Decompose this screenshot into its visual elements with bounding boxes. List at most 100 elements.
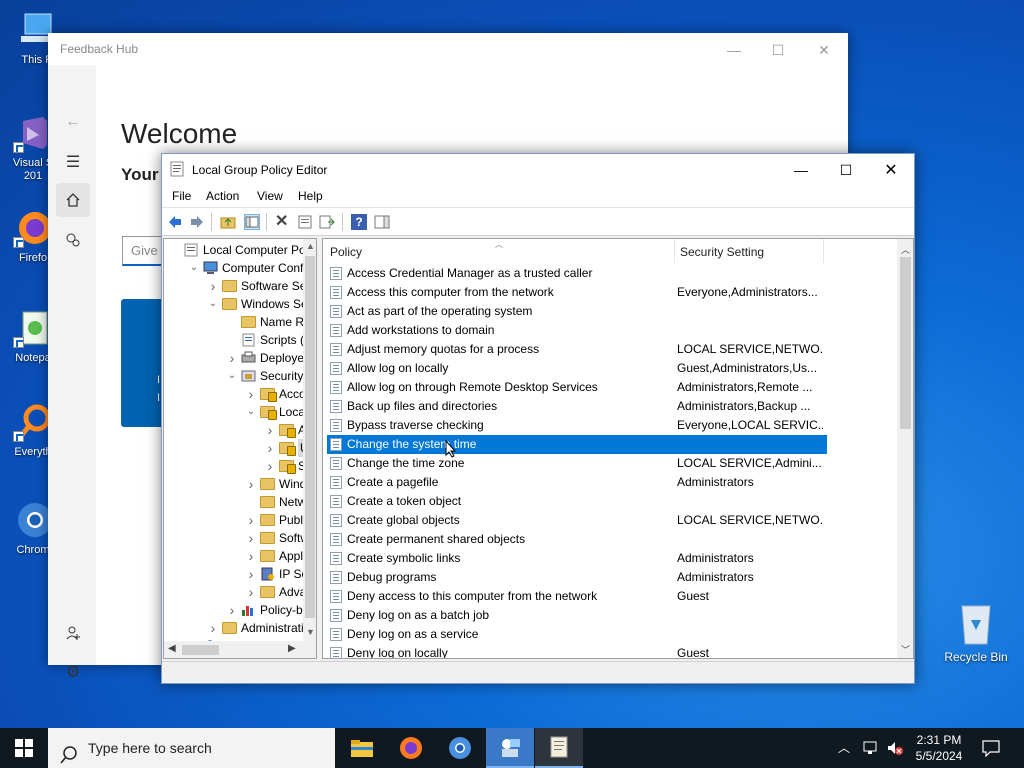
tree-node[interactable]: ⌄ Local P bbox=[164, 403, 316, 421]
expand-chevron-icon[interactable]: › bbox=[207, 277, 219, 295]
menu-action[interactable]: Action bbox=[206, 189, 239, 203]
scroll-right-arrow-icon[interactable]: ▶ bbox=[288, 643, 296, 654]
tree-node[interactable]: › Administrative bbox=[164, 619, 316, 637]
export-list-icon[interactable] bbox=[319, 214, 335, 230]
help-icon[interactable]: ? bbox=[351, 214, 367, 230]
policy-row[interactable]: Create global objects LOCAL SERVICE,NETWO… bbox=[327, 511, 827, 530]
policy-row[interactable]: Bypass traverse checking Everyone,LOCAL S… bbox=[327, 416, 827, 435]
show-hidden-icons-chevron-icon[interactable]: ︿ bbox=[838, 739, 850, 756]
action-pane-icon[interactable] bbox=[374, 214, 390, 230]
tree-node[interactable]: › Advan bbox=[164, 583, 316, 601]
expand-chevron-icon[interactable]: › bbox=[245, 583, 257, 601]
start-button[interactable] bbox=[0, 728, 48, 768]
column-header-policy[interactable]: Policy bbox=[330, 239, 362, 263]
list-vertical-scrollbar[interactable]: ︿ ﹀ bbox=[897, 239, 913, 658]
tree-node[interactable]: ›Au bbox=[164, 421, 316, 439]
policy-row[interactable]: Change the time zone LOCAL SERVICE,Admini… bbox=[327, 454, 827, 473]
collapse-chevron-icon[interactable]: ⌄ bbox=[188, 259, 200, 277]
collapse-chevron-icon[interactable]: ⌄ bbox=[245, 403, 257, 421]
tree-node[interactable]: Netwo bbox=[164, 493, 316, 511]
maximize-button[interactable]: ☐ bbox=[756, 37, 800, 63]
menu-help[interactable]: Help bbox=[298, 189, 323, 203]
policy-row[interactable]: Deny log on as a service bbox=[327, 625, 827, 644]
tree-node[interactable]: › Deployed bbox=[164, 349, 316, 367]
expand-chevron-icon[interactable]: › bbox=[245, 565, 257, 583]
tree-node[interactable]: ›Use bbox=[164, 439, 316, 457]
expand-chevron-icon[interactable]: › bbox=[207, 619, 219, 637]
properties-icon[interactable] bbox=[297, 214, 313, 230]
expand-chevron-icon[interactable]: › bbox=[245, 511, 257, 529]
policy-row[interactable]: Create permanent shared objects bbox=[327, 530, 827, 549]
policy-row[interactable]: Allow log on locally Guest,Administrators… bbox=[327, 359, 827, 378]
tree-node[interactable]: › Policy-bas bbox=[164, 601, 316, 619]
policy-row[interactable]: Access this computer from the network Eve… bbox=[327, 283, 827, 302]
tree-node[interactable]: ⌄ Windows Sett bbox=[164, 295, 316, 313]
taskbar-search-box[interactable]: Type here to search bbox=[48, 728, 335, 768]
tree-horizontal-scrollbar[interactable]: ◀ ▶ bbox=[164, 641, 316, 658]
scroll-thumb[interactable] bbox=[182, 645, 219, 655]
expand-chevron-icon[interactable]: › bbox=[264, 457, 276, 475]
column-header-security-setting[interactable]: Security Setting bbox=[680, 239, 764, 263]
settings-gear-icon[interactable]: ⚙ bbox=[56, 655, 90, 689]
up-folder-icon[interactable] bbox=[220, 214, 236, 230]
close-button[interactable]: ✕ bbox=[802, 37, 846, 63]
menu-file[interactable]: File bbox=[172, 189, 191, 203]
collapse-chevron-icon[interactable]: ⌄ bbox=[207, 295, 219, 313]
policy-row[interactable]: Debug programs Administrators bbox=[327, 568, 827, 587]
tree-node[interactable]: › Public bbox=[164, 511, 316, 529]
expand-chevron-icon[interactable]: › bbox=[264, 439, 276, 457]
expand-chevron-icon[interactable]: › bbox=[245, 385, 257, 403]
forward-arrow-icon[interactable] bbox=[189, 214, 205, 230]
network-icon[interactable] bbox=[862, 740, 880, 759]
column-divider[interactable] bbox=[674, 239, 675, 263]
tree-node[interactable]: › Software Setti bbox=[164, 277, 316, 295]
scroll-down-arrow-icon[interactable]: ﹀ bbox=[901, 643, 910, 656]
minimize-button[interactable]: — bbox=[712, 37, 756, 63]
scroll-down-arrow-icon[interactable]: ▼ bbox=[306, 627, 315, 637]
policy-row[interactable]: Deny log on locally Guest bbox=[327, 644, 827, 658]
scroll-thumb[interactable] bbox=[900, 257, 911, 429]
tree-node[interactable]: › IP Secu bbox=[164, 565, 316, 583]
taskbar-chromium[interactable] bbox=[436, 728, 484, 768]
scroll-left-arrow-icon[interactable]: ◀ bbox=[168, 643, 176, 654]
tree-node[interactable]: Name Res bbox=[164, 313, 316, 331]
tree-node[interactable]: Local Computer Polic bbox=[164, 241, 316, 259]
scroll-up-arrow-icon[interactable]: ︿ bbox=[901, 243, 910, 256]
back-arrow-icon[interactable] bbox=[167, 214, 183, 230]
expand-chevron-icon[interactable]: › bbox=[226, 601, 238, 619]
policy-row[interactable]: Act as part of the operating system bbox=[327, 302, 827, 321]
delete-icon[interactable]: ✕ bbox=[275, 214, 291, 230]
tree-vertical-scrollbar[interactable]: ▲ ▼ bbox=[303, 239, 316, 641]
policy-row[interactable]: Create symbolic links Administrators bbox=[327, 549, 827, 568]
close-button[interactable]: ✕ bbox=[868, 154, 914, 186]
policy-row[interactable]: Create a token object bbox=[327, 492, 827, 511]
notifications-icon[interactable] bbox=[982, 739, 1000, 760]
expand-chevron-icon[interactable]: › bbox=[245, 475, 257, 493]
taskbar-file-explorer[interactable] bbox=[338, 728, 386, 768]
scroll-thumb[interactable] bbox=[305, 256, 315, 618]
taskbar-group-policy-editor[interactable] bbox=[535, 728, 583, 768]
policy-row[interactable]: Change the system time bbox=[327, 435, 827, 454]
clock[interactable]: 2:31 PM 5/5/2024 bbox=[908, 732, 970, 764]
menu-view[interactable]: View bbox=[257, 189, 283, 203]
policy-row[interactable]: Create a pagefile Administrators bbox=[327, 473, 827, 492]
policy-row[interactable]: Add workstations to domain bbox=[327, 321, 827, 340]
maximize-button[interactable]: ☐ bbox=[823, 154, 869, 186]
expand-chevron-icon[interactable]: › bbox=[245, 529, 257, 547]
expand-chevron-icon[interactable]: › bbox=[226, 349, 238, 367]
column-divider[interactable] bbox=[823, 239, 824, 263]
tree-node[interactable]: ⌄ Security Se bbox=[164, 367, 316, 385]
hamburger-menu-icon[interactable]: ☰ bbox=[56, 145, 90, 179]
show-hide-tree-icon[interactable] bbox=[244, 214, 260, 230]
tree-node[interactable]: ⌄ Computer Config bbox=[164, 259, 316, 277]
tree-node[interactable]: › Softwa bbox=[164, 529, 316, 547]
home-icon[interactable] bbox=[56, 183, 90, 217]
tree-node[interactable]: › Applic bbox=[164, 547, 316, 565]
feedback-icon[interactable] bbox=[56, 223, 90, 257]
tree-node[interactable]: Scripts (Sta bbox=[164, 331, 316, 349]
taskbar-feedback-hub[interactable] bbox=[486, 728, 534, 768]
expand-chevron-icon[interactable]: › bbox=[245, 547, 257, 565]
add-user-icon[interactable] bbox=[56, 616, 90, 650]
back-icon[interactable]: ← bbox=[56, 105, 90, 139]
tree-node[interactable]: › Accou bbox=[164, 385, 316, 403]
